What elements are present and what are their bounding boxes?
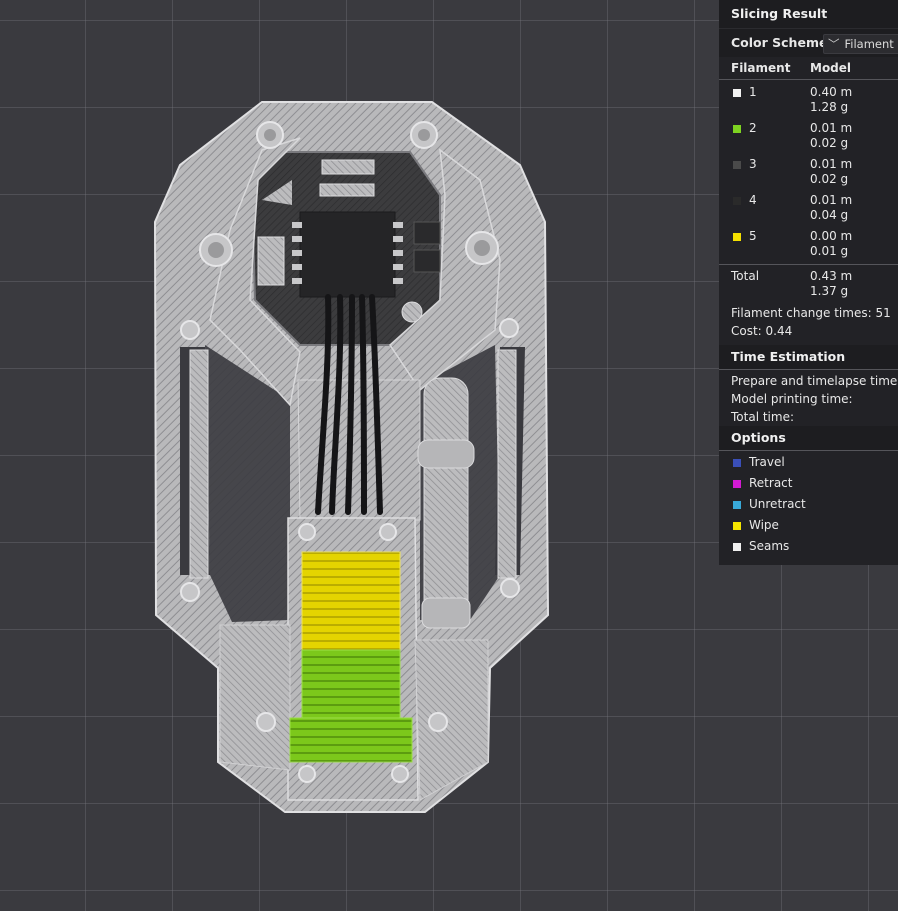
- option-wipe[interactable]: Wipe: [719, 515, 898, 536]
- options-title: Options: [719, 426, 898, 451]
- filament-length: 0.00 m: [810, 229, 853, 243]
- filament-length: 0.01 m: [810, 193, 853, 207]
- total-length: 0.43 m: [810, 269, 853, 283]
- color-scheme-dropdown[interactable]: ﹀ Filament: [823, 34, 898, 54]
- cost: Cost: 0.44: [731, 324, 793, 338]
- travel-color-swatch: [733, 459, 741, 467]
- filament-number: 3: [749, 157, 757, 171]
- unretract-color-swatch: [733, 501, 741, 509]
- filament-row: 1 0.40 m 1.28 g: [719, 84, 898, 120]
- model-cylinder: [423, 377, 469, 629]
- filament-row: 3 0.01 m 0.02 g: [719, 156, 898, 192]
- filament-row: 5 0.00 m 0.01 g: [719, 228, 898, 264]
- wipe-color-swatch: [733, 522, 741, 530]
- filament-weight: 0.04 g: [810, 208, 849, 222]
- slicing-result-panel: Slicing Result Color Scheme ﹀ Filament Fi…: [719, 0, 898, 565]
- option-label: Retract: [749, 476, 793, 490]
- filament-weight: 0.02 g: [810, 172, 849, 186]
- chip: [299, 211, 396, 298]
- filament-row: 2 0.01 m 0.02 g: [719, 120, 898, 156]
- filament-weight: 0.02 g: [810, 136, 849, 150]
- model-printing-time: Model printing time:: [731, 392, 853, 406]
- total-row: Total 0.43 m 1.37 g: [719, 265, 898, 301]
- filament-weight: 1.28 g: [810, 100, 849, 114]
- total-weight: 1.37 g: [810, 284, 849, 298]
- green-fill-region: [301, 649, 401, 719]
- option-travel[interactable]: Travel: [719, 452, 898, 473]
- filament-color-swatch: [733, 197, 741, 205]
- filament-table-header: Filament Model: [719, 57, 898, 80]
- slicing-result-title: Slicing Result: [719, 0, 898, 28]
- color-scheme-value: Filament: [844, 37, 894, 51]
- option-unretract[interactable]: Unretract: [719, 494, 898, 515]
- filament-weight: 0.01 g: [810, 244, 849, 258]
- filament-number: 2: [749, 121, 757, 135]
- option-label: Unretract: [749, 497, 806, 511]
- seams-color-swatch: [733, 543, 741, 551]
- filament-number: 5: [749, 229, 757, 243]
- filament-number: 4: [749, 193, 757, 207]
- filament-color-swatch: [733, 89, 741, 97]
- time-estimation-title: Time Estimation: [719, 345, 898, 370]
- filament-length: 0.40 m: [810, 85, 853, 99]
- column-filament: Filament: [731, 61, 791, 75]
- filament-color-swatch: [733, 161, 741, 169]
- option-retract[interactable]: Retract: [719, 473, 898, 494]
- color-scheme-label: Color Scheme: [731, 35, 828, 50]
- filament-color-swatch: [733, 125, 741, 133]
- color-scheme-row: Color Scheme ﹀ Filament: [719, 28, 898, 57]
- option-label: Travel: [749, 455, 785, 469]
- option-seams[interactable]: Seams: [719, 536, 898, 557]
- total-label: Total: [731, 269, 760, 283]
- total-time: Total time:: [731, 410, 794, 424]
- filament-change-times: Filament change times: 51: [731, 306, 891, 320]
- option-label: Wipe: [749, 518, 779, 532]
- filament-number: 1: [749, 85, 757, 99]
- filament-color-swatch: [733, 233, 741, 241]
- prepare-timelapse-time: Prepare and timelapse time:: [731, 374, 898, 388]
- filament-length: 0.01 m: [810, 157, 853, 171]
- filament-length: 0.01 m: [810, 121, 853, 135]
- chevron-down-icon: ﹀: [828, 37, 840, 51]
- column-model: Model: [810, 61, 852, 75]
- filament-row: 4 0.01 m 0.04 g: [719, 192, 898, 228]
- yellow-fill-region: [301, 551, 401, 651]
- option-label: Seams: [749, 539, 790, 553]
- retract-color-swatch: [733, 480, 741, 488]
